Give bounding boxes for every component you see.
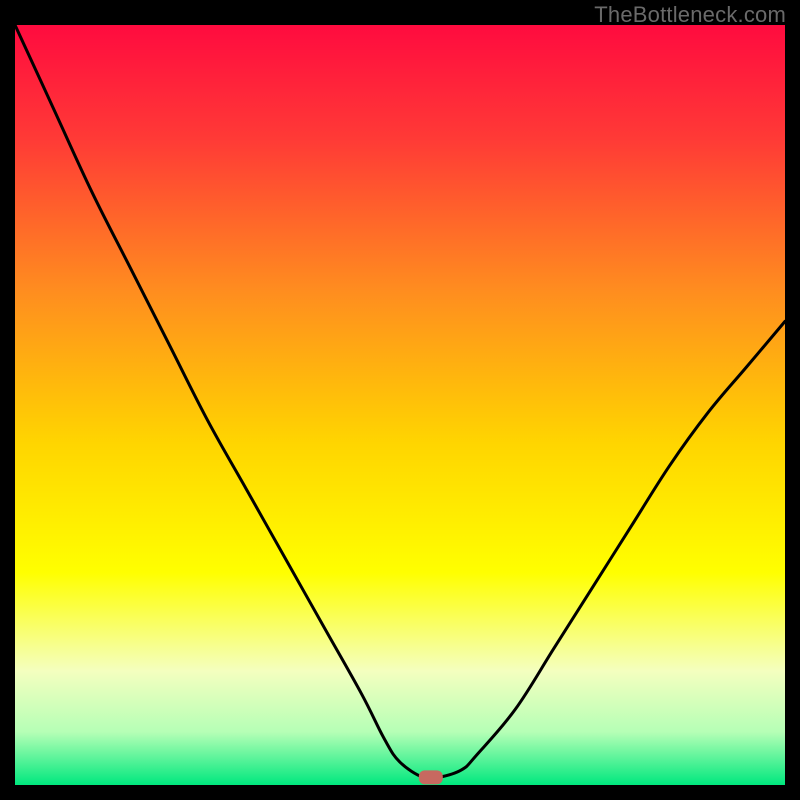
chart-frame bbox=[15, 25, 785, 785]
gradient-background bbox=[15, 25, 785, 785]
optimal-point-marker bbox=[419, 770, 443, 784]
bottleneck-chart bbox=[15, 25, 785, 785]
